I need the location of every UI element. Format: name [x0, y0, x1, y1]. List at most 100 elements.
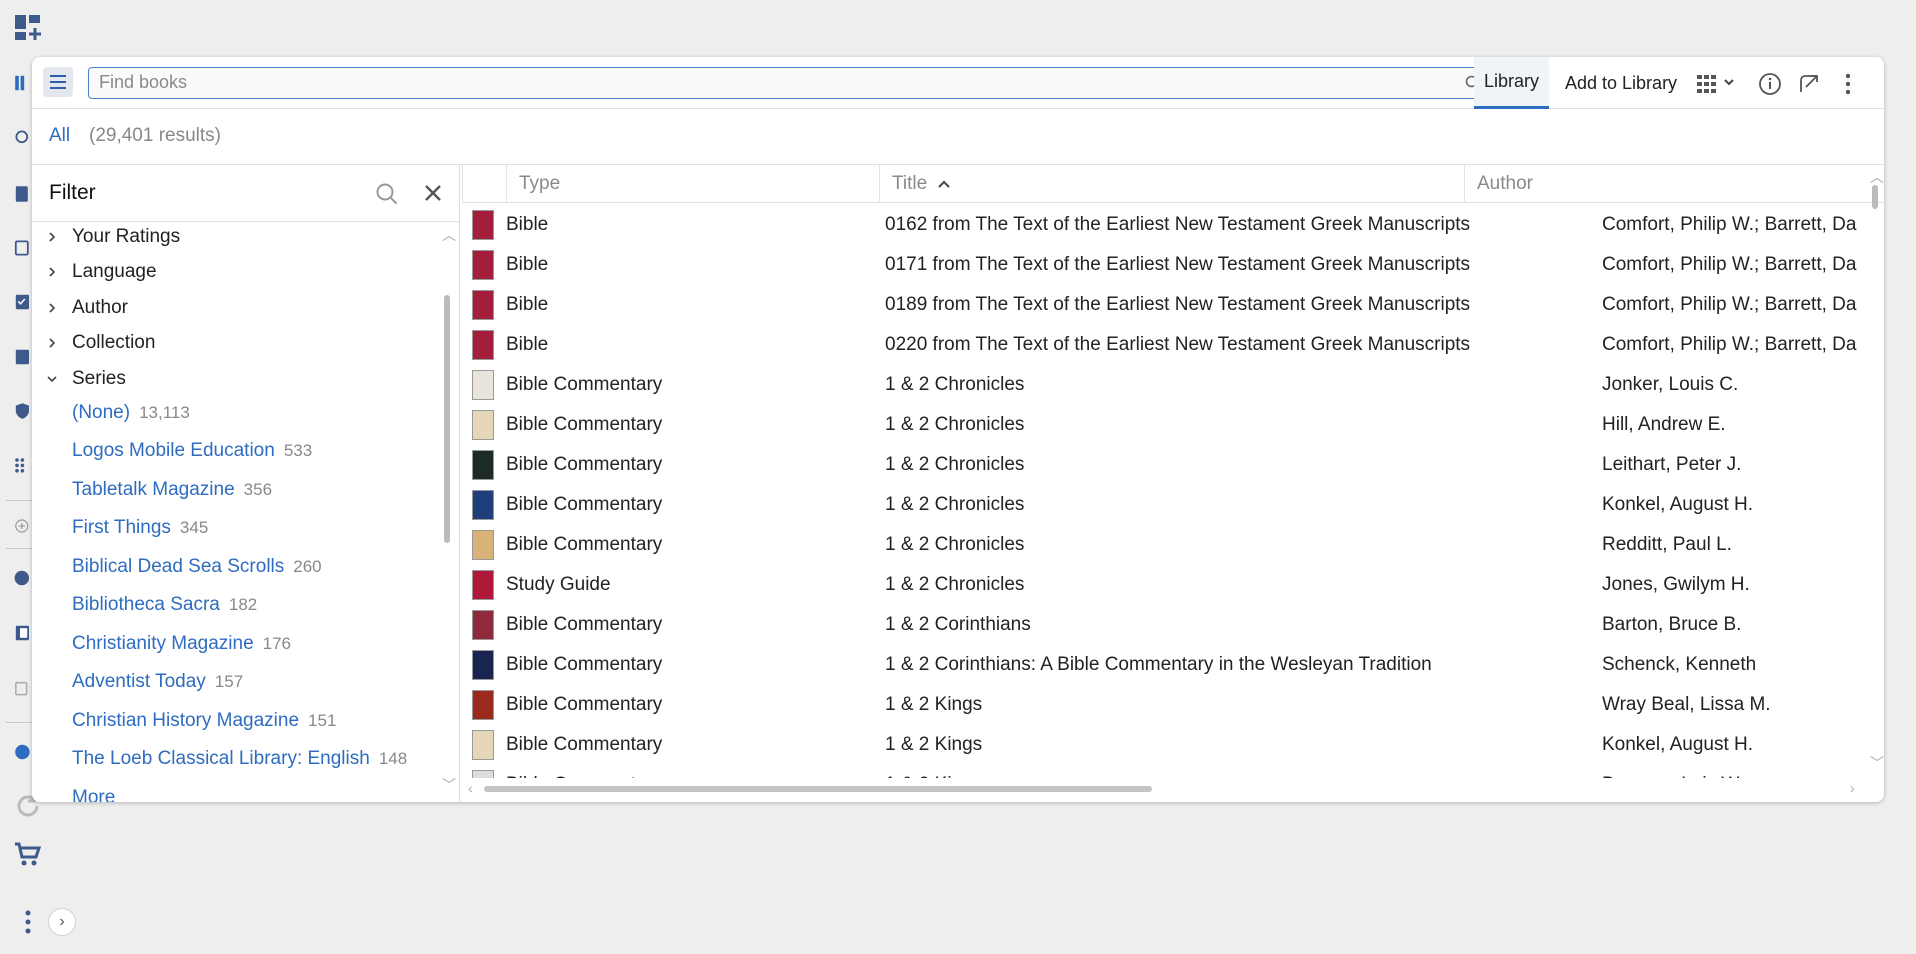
- table-horizontal-scrollbar[interactable]: ‹ ›: [462, 778, 1868, 798]
- apps-icon[interactable]: [14, 450, 32, 482]
- scroll-up-icon[interactable]: ︿: [442, 225, 456, 245]
- table-row[interactable]: Bible 0220 from The Text of the Earliest …: [462, 325, 1862, 365]
- filter-scrollbar[interactable]: ︿ ﹀: [442, 225, 456, 797]
- series-item[interactable]: Adventist Today 157: [72, 671, 243, 701]
- book-cover: [472, 410, 494, 440]
- close-icon[interactable]: [420, 180, 446, 206]
- checklist-icon[interactable]: [14, 286, 32, 318]
- series-label: (None): [72, 402, 131, 423]
- series-item[interactable]: The Loeb Classical Library: English 148: [72, 748, 407, 778]
- series-label: Christianity Magazine: [72, 633, 254, 654]
- series-item[interactable]: Christian History Magazine 151: [72, 710, 336, 740]
- row-type: Bible Commentary: [506, 734, 663, 755]
- series-item[interactable]: (None) 13,113: [72, 402, 190, 432]
- series-item[interactable]: Bibliotheca Sacra 182: [72, 594, 257, 624]
- help-icon[interactable]: [14, 562, 32, 594]
- facet-collection[interactable]: Collection: [42, 328, 155, 358]
- table-row[interactable]: Bible Commentary 1 & 2 Chronicles Hill, An…: [462, 405, 1862, 445]
- scroll-down-icon[interactable]: ﹀: [1870, 753, 1884, 773]
- column-header-author[interactable]: Author: [1464, 165, 1868, 203]
- column-header-type[interactable]: Type: [506, 165, 879, 203]
- expand-right-icon[interactable]: ›: [48, 908, 76, 936]
- panel-icon[interactable]: [14, 617, 32, 649]
- series-more-link[interactable]: More: [72, 787, 115, 802]
- table-row[interactable]: Bible 0162 from The Text of the Earliest …: [462, 205, 1862, 245]
- search-icon[interactable]: [374, 181, 400, 207]
- menu-icon[interactable]: [43, 67, 73, 97]
- row-author: Schenck, Kenneth: [1602, 654, 1757, 675]
- more-vertical-icon[interactable]: [12, 906, 44, 938]
- doc-add-icon[interactable]: [14, 178, 32, 210]
- table-row[interactable]: Bible Commentary 1 & 2 Chronicles Konkel, …: [462, 485, 1862, 525]
- results-filter-all[interactable]: All: [49, 125, 70, 147]
- tab-add-to-library[interactable]: Add to Library: [1555, 57, 1687, 109]
- table-row[interactable]: Bible Commentary 1 & 2 Kings Konkel, Augus…: [462, 725, 1862, 765]
- search-icon[interactable]: [14, 122, 32, 154]
- info-icon[interactable]: [1756, 70, 1784, 98]
- shield-icon[interactable]: [14, 395, 32, 427]
- facet-label: Your Ratings: [72, 226, 181, 247]
- series-count: 356: [243, 480, 273, 499]
- table-row[interactable]: Bible Commentary 1 & 2 Chronicles Redditt,…: [462, 525, 1862, 565]
- series-label: First Things: [72, 517, 171, 538]
- notes-icon[interactable]: [14, 341, 32, 373]
- filter-scrollbar-thumb[interactable]: [444, 295, 450, 543]
- row-author: Barton, Bruce B.: [1602, 614, 1742, 635]
- table-header: Type Title Author: [462, 165, 1884, 203]
- table-row[interactable]: Bible 0189 from The Text of the Earliest …: [462, 285, 1862, 325]
- table-row[interactable]: Study Guide 1 & 2 Chronicles Jones, Gwilym…: [462, 565, 1862, 605]
- series-item[interactable]: Christianity Magazine 176: [72, 633, 291, 663]
- scroll-left-icon[interactable]: ‹: [468, 780, 473, 796]
- badge-icon[interactable]: [14, 736, 32, 768]
- table-row[interactable]: Bible 0171 from The Text of the Earliest …: [462, 245, 1862, 285]
- dashboard-add-icon[interactable]: [12, 12, 44, 44]
- table-scrollbar-thumb[interactable]: [1872, 185, 1878, 209]
- row-title: 0220 from The Text of the Earliest New T…: [885, 334, 1471, 355]
- row-title: 1 & 2 Chronicles: [885, 534, 1025, 555]
- facet-your-ratings[interactable]: Your Ratings: [42, 222, 180, 252]
- grid-view-icon[interactable]: [1696, 70, 1740, 98]
- book-cover: [472, 290, 494, 320]
- results-count: (29,401 results): [89, 125, 222, 146]
- tab-library[interactable]: Library: [1474, 57, 1550, 109]
- series-item[interactable]: Logos Mobile Education 533: [72, 440, 312, 470]
- scroll-down-icon[interactable]: ﹀: [442, 775, 456, 795]
- series-count: 148: [378, 749, 408, 768]
- add-circle-icon[interactable]: [14, 510, 32, 542]
- table-row[interactable]: Bible Commentary 1 & 2 Corinthians Barton,…: [462, 605, 1862, 645]
- cart-icon[interactable]: [12, 838, 44, 870]
- row-title: 1 & 2 Chronicles: [885, 494, 1025, 515]
- table-row[interactable]: Bible Commentary 1 & 2 Chronicles Leithart…: [462, 445, 1862, 485]
- table-row[interactable]: Bible Commentary 1 & 2 Corinthians: A Bib…: [462, 645, 1862, 685]
- row-author: Comfort, Philip W.; Barrett, Da: [1602, 294, 1857, 315]
- table-row[interactable]: Bible Commentary1 & 2 KingsDawson, Luis …: [462, 765, 1862, 778]
- row-type: Bible Commentary: [506, 454, 663, 475]
- copy-icon[interactable]: [14, 672, 32, 704]
- facet-author[interactable]: Author: [42, 293, 128, 323]
- scroll-up-icon[interactable]: ︿: [1870, 167, 1884, 187]
- search-input[interactable]: [89, 68, 1459, 97]
- facet-series[interactable]: Series: [42, 364, 126, 394]
- series-count: 157: [214, 672, 244, 691]
- facet-language[interactable]: Language: [42, 257, 157, 287]
- series-count: 13,113: [139, 403, 190, 422]
- library-icon[interactable]: [14, 67, 32, 99]
- table-hscrollbar-thumb[interactable]: [484, 786, 1152, 792]
- search-doc-icon[interactable]: [14, 232, 32, 264]
- table-row[interactable]: Bible Commentary 1 & 2 Kings Wray Beal, Li…: [462, 685, 1862, 725]
- scroll-right-icon[interactable]: ›: [1850, 780, 1855, 796]
- table-row[interactable]: Bible Commentary 1 & 2 Chronicles Jonker, …: [462, 365, 1862, 405]
- series-item[interactable]: Tabletalk Magazine 356: [72, 479, 272, 509]
- book-cover: [472, 490, 494, 520]
- table-body: Bible 0162 from The Text of the Earliest …: [462, 205, 1884, 778]
- series-item[interactable]: Biblical Dead Sea Scrolls 260: [72, 556, 322, 586]
- row-author: Comfort, Philip W.; Barrett, Da: [1602, 214, 1857, 235]
- column-header-title[interactable]: Title: [879, 165, 1464, 203]
- book-cover: [472, 250, 494, 280]
- panel-link-icon[interactable]: [1795, 70, 1823, 98]
- row-author: Leithart, Peter J.: [1602, 454, 1742, 475]
- table-vertical-scrollbar[interactable]: ︿ ﹀: [1868, 165, 1884, 778]
- more-vertical-icon[interactable]: [1834, 70, 1862, 98]
- row-title: 0162 from The Text of the Earliest New T…: [885, 214, 1471, 235]
- series-item[interactable]: First Things 345: [72, 517, 208, 547]
